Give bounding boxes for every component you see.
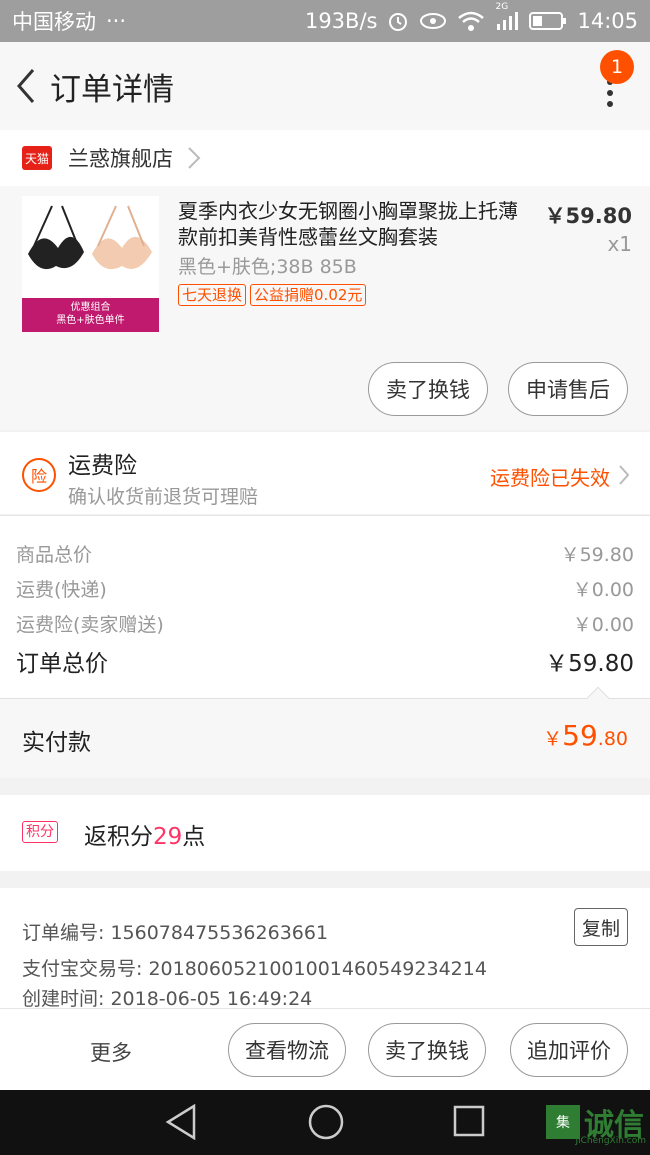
notification-dots: ··· bbox=[106, 9, 127, 33]
view-logistics-button[interactable]: 查看物流 bbox=[228, 1023, 346, 1077]
alipay-transaction-number: 支付宝交易号: 2018060521001001460549234214 bbox=[22, 958, 487, 980]
order-item: 优惠组合 黑色+肤色单件 夏季内衣少女无钢圈小胸罩聚拢上托薄款前扣美背性感蕾丝文… bbox=[0, 186, 650, 430]
square-recents-icon bbox=[453, 1105, 485, 1137]
points-value: 29 bbox=[153, 824, 183, 850]
product-price: ￥59.80 bbox=[544, 204, 632, 228]
tag-return-policy: 七天退换 bbox=[178, 284, 247, 306]
chevron-right-icon bbox=[188, 147, 201, 169]
battery-icon bbox=[529, 11, 567, 31]
paid-amount: ￥59.80 bbox=[543, 719, 628, 752]
points-tag: 积分 bbox=[22, 821, 58, 843]
insurance-title: 运费险 bbox=[68, 453, 137, 479]
summary-row: 商品总价 ￥59.80 bbox=[16, 544, 634, 566]
promo-caption: 优惠组合 黑色+肤色单件 bbox=[22, 298, 159, 332]
page-title: 订单详情 bbox=[50, 71, 174, 108]
product-tags: 七天退换 公益捐赠0.02元 bbox=[178, 284, 367, 306]
product-thumbnail[interactable]: 优惠组合 黑色+肤色单件 bbox=[22, 196, 159, 332]
shop-name: 兰惑旗舰店 bbox=[68, 147, 173, 171]
bottom-action-bar: 更多 查看物流 卖了换钱 追加评价 bbox=[0, 1008, 650, 1090]
alarm-icon bbox=[387, 10, 409, 32]
summary-row: 运费险(卖家赠送) ￥0.00 bbox=[16, 614, 634, 636]
system-nav-bar: 集 诚信 JiChengXin.com bbox=[0, 1090, 650, 1155]
sell-button-bottom[interactable]: 卖了换钱 bbox=[368, 1023, 486, 1077]
summary-row: 运费(快递) ￥0.00 bbox=[16, 579, 634, 601]
bra-product-image bbox=[28, 205, 152, 270]
nav-bar: 订单详情 1 bbox=[0, 42, 650, 130]
watermark-box: 集 bbox=[546, 1105, 580, 1139]
signal-icon: 2G bbox=[495, 2, 519, 32]
add-review-button[interactable]: 追加评价 bbox=[510, 1023, 628, 1077]
sell-button[interactable]: 卖了换钱 bbox=[368, 362, 488, 416]
back-arrow-icon bbox=[17, 69, 35, 103]
carrier-label: 中国移动 bbox=[12, 10, 96, 34]
nav-home-button[interactable] bbox=[306, 1102, 346, 1146]
chevron-right-icon bbox=[619, 465, 630, 485]
insurance-subtitle: 确认收货前退货可理赔 bbox=[68, 486, 259, 508]
nav-back-button[interactable] bbox=[164, 1102, 198, 1146]
order-number: 订单编号: 1560784755362636​61 bbox=[22, 922, 329, 944]
watermark-url: JiChengXin.com bbox=[575, 1136, 646, 1146]
insurance-icon: 险 bbox=[22, 458, 56, 492]
shop-row[interactable]: 天猫 兰惑旗舰店 bbox=[0, 130, 650, 186]
notification-badge: 1 bbox=[600, 50, 634, 84]
product-title[interactable]: 夏季内衣少女无钢圈小胸罩聚拢上托薄款前扣美背性感蕾丝文胸套装 bbox=[178, 198, 518, 250]
paid-amount-row: 实付款 ￥59.80 bbox=[0, 686, 650, 778]
more-actions-button[interactable]: 更多 bbox=[90, 1037, 132, 1067]
insurance-status: 运费险已失效 bbox=[490, 466, 610, 490]
tag-charity: 公益捐赠0.02元 bbox=[250, 284, 367, 306]
circle-home-icon bbox=[308, 1104, 344, 1140]
order-info: 订单编号: 1560784755362636​61 支付宝交易号: 201806… bbox=[0, 888, 650, 1010]
nav-recent-button[interactable] bbox=[452, 1104, 486, 1142]
clock: 14:05 bbox=[577, 9, 638, 33]
product-spec: 黑色+肤色;38B 85B bbox=[178, 256, 357, 278]
points-text: 返积分29点 bbox=[84, 824, 206, 850]
product-quantity: x1 bbox=[607, 232, 632, 256]
eye-icon bbox=[419, 11, 447, 31]
back-button[interactable] bbox=[6, 56, 46, 116]
paid-label: 实付款 bbox=[22, 730, 91, 756]
points-row: 积分 返积分29点 bbox=[0, 795, 650, 871]
wifi-icon bbox=[457, 10, 485, 32]
apply-aftersale-button[interactable]: 申请售后 bbox=[508, 362, 628, 416]
status-bar: 中国移动 ··· 193B/s 2G 14:05 bbox=[0, 0, 650, 42]
order-total-row: 订单总价 ￥59.80 bbox=[16, 651, 634, 677]
price-summary: 商品总价 ￥59.80 运费(快递) ￥0.00 运费险(卖家赠送) ￥0.00… bbox=[0, 515, 650, 698]
network-speed: 193B/s bbox=[304, 9, 378, 33]
created-time: 创建时间: 2018-06-05 16:49:24 bbox=[22, 988, 313, 1010]
triangle-back-icon bbox=[165, 1103, 196, 1141]
tmall-logo: 天猫 bbox=[22, 146, 52, 170]
shipping-insurance-row[interactable]: 险 运费险 确认收货前退货可理赔 运费险已失效 bbox=[0, 432, 650, 514]
copy-button[interactable]: 复制 bbox=[574, 908, 628, 946]
